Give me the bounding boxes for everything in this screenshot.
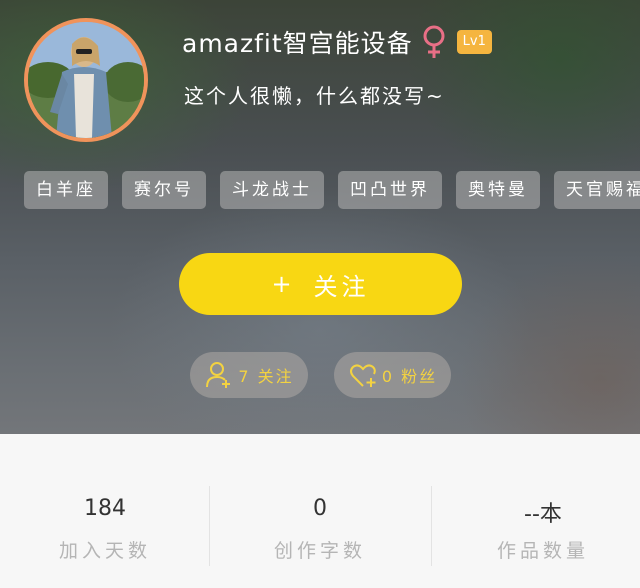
stat-value: --本 bbox=[524, 502, 562, 527]
tag-item[interactable]: 白羊座 bbox=[24, 171, 108, 209]
stat-join-days: 184 加入天数 bbox=[0, 434, 210, 588]
stats-bar: 184 加入天数 0 创作字数 --本 作品数量 bbox=[0, 434, 640, 588]
following-button[interactable]: 7 关注 bbox=[190, 352, 308, 398]
stat-label: 加入天数 bbox=[58, 540, 151, 562]
fans-button[interactable]: 0 粉丝 bbox=[334, 352, 451, 398]
stat-label: 作品数量 bbox=[496, 540, 589, 562]
stat-label: 创作字数 bbox=[273, 540, 366, 562]
bio: 这个人很懒，什么都没写~ bbox=[184, 84, 445, 108]
stat-works-count: --本 作品数量 bbox=[438, 434, 640, 588]
divider bbox=[431, 486, 432, 566]
user-add-icon bbox=[206, 362, 231, 388]
tag-item[interactable]: 赛尔号 bbox=[122, 171, 206, 209]
divider bbox=[209, 486, 210, 566]
stat-word-count: 0 创作字数 bbox=[215, 434, 425, 588]
username: amazfit智宫能设备 bbox=[182, 29, 413, 58]
stat-value: 0 bbox=[313, 496, 327, 521]
avatar[interactable] bbox=[24, 18, 148, 142]
plus-icon: + bbox=[271, 270, 296, 298]
tag-item[interactable]: 斗龙战士 bbox=[220, 171, 324, 209]
stat-value: 184 bbox=[84, 496, 126, 521]
tag-item[interactable]: 凹凸世界 bbox=[338, 171, 442, 209]
tag-item[interactable]: 天官赐福 bbox=[554, 171, 640, 209]
tag-list: 白羊座 赛尔号 斗龙战士 凹凸世界 奥特曼 天官赐福 bbox=[24, 171, 640, 209]
female-symbol-icon bbox=[423, 25, 445, 58]
profile-header: amazfit智宫能设备 Lv1 这个人很懒，什么都没写~ 白羊座 赛尔号 斗龙战士… bbox=[0, 0, 640, 434]
following-count: 7 关注 bbox=[238, 367, 294, 386]
username-row: amazfit智宫能设备 Lv1 bbox=[182, 24, 492, 60]
heart-add-icon bbox=[349, 364, 376, 387]
follow-label: 关注 bbox=[313, 272, 370, 301]
avatar-photo bbox=[28, 22, 144, 138]
fans-count: 0 粉丝 bbox=[381, 367, 438, 386]
tag-item[interactable]: 奥特曼 bbox=[456, 171, 540, 209]
follow-button[interactable]: + 关注 bbox=[179, 253, 462, 315]
level-badge: Lv1 bbox=[456, 30, 492, 54]
